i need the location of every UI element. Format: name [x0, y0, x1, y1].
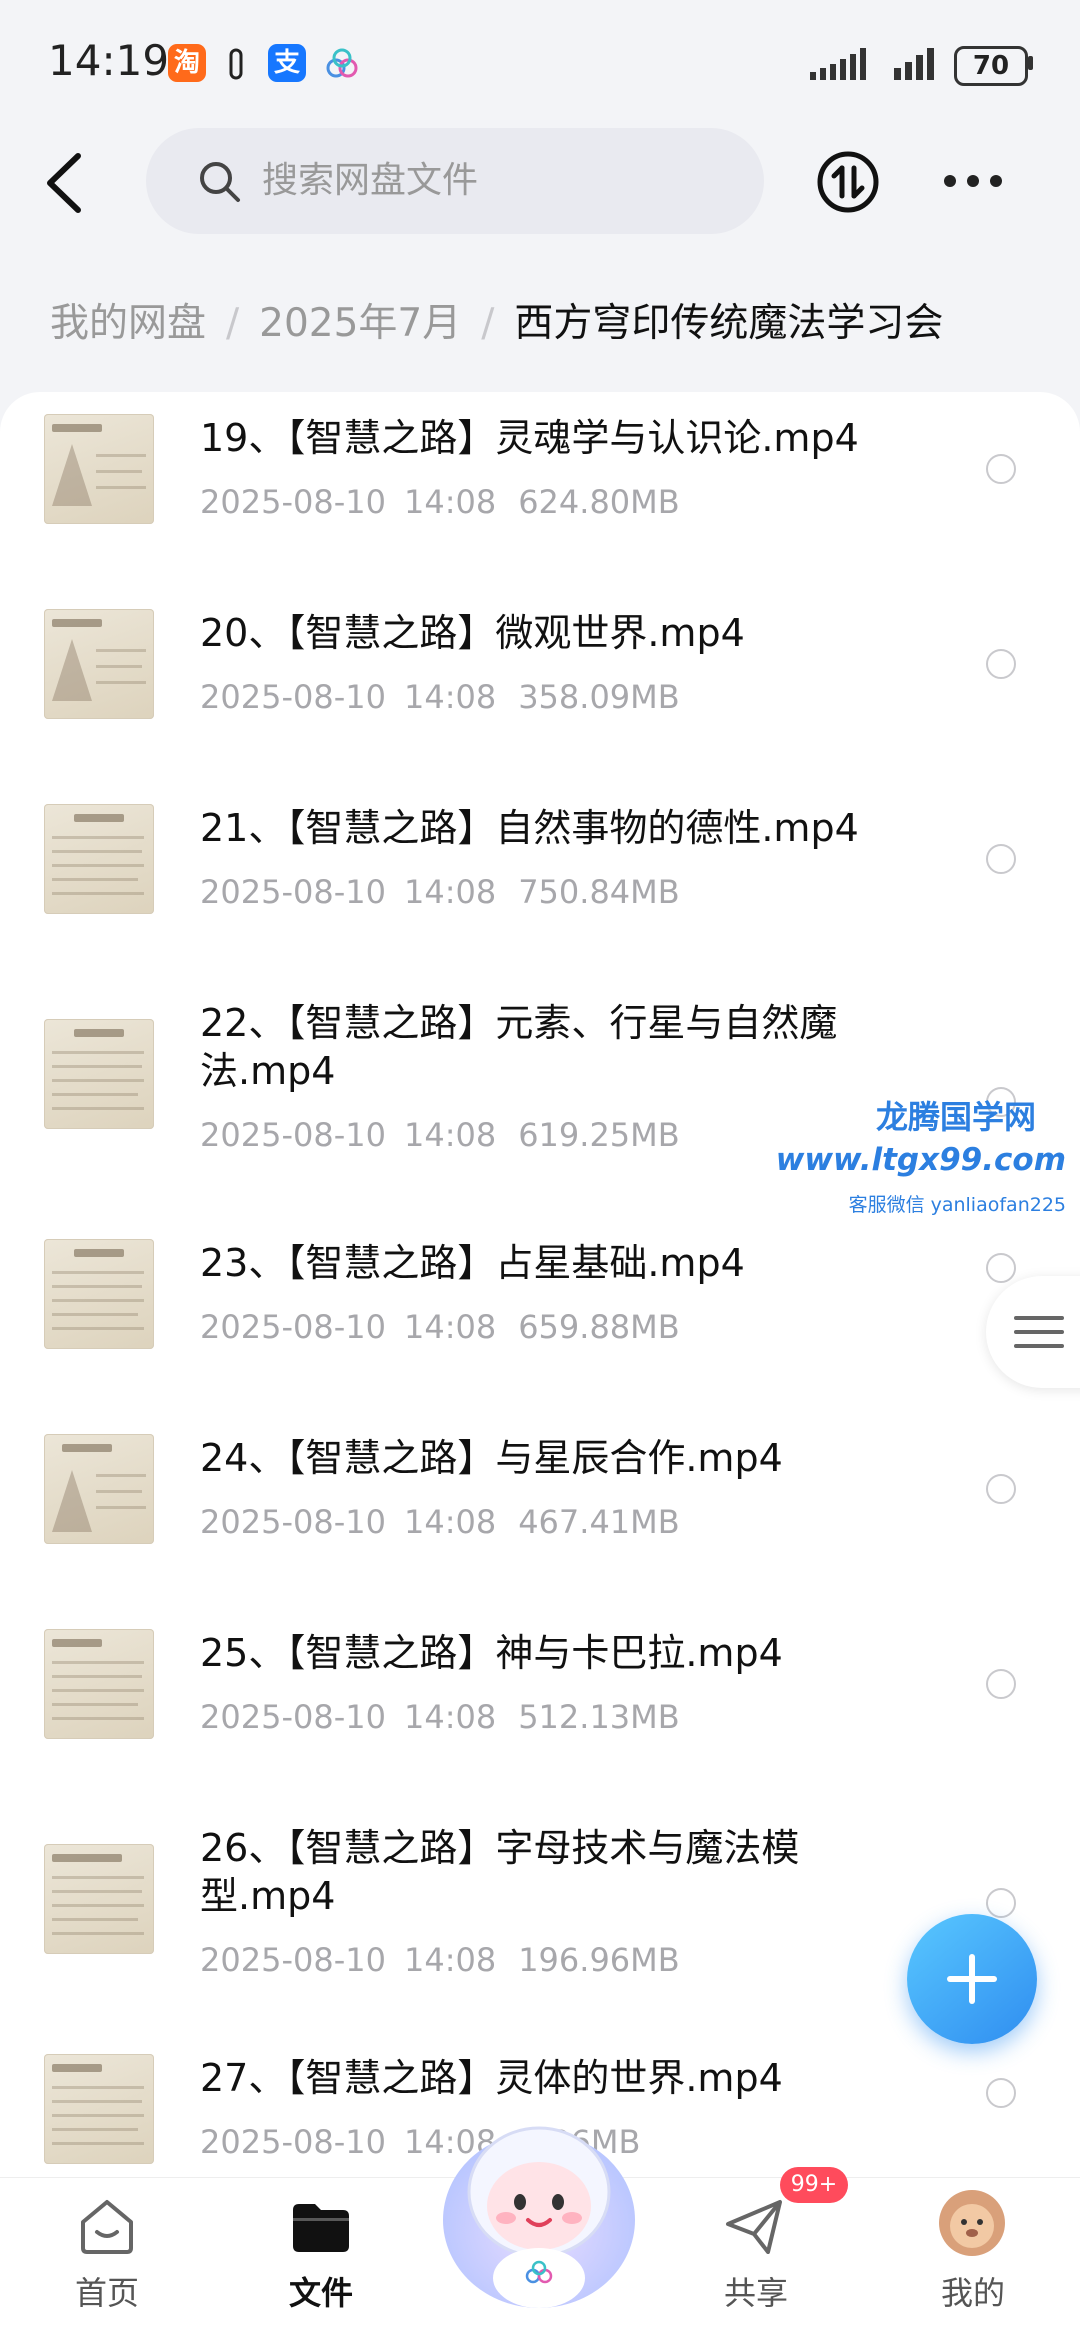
file-meta: 2025-08-10 14:08 512.13MB — [200, 1698, 680, 1736]
file-name: 25、【智慧之路】神与卡巴拉.mp4 — [200, 1631, 783, 1675]
video-thumbnail — [44, 414, 154, 524]
select-radio[interactable] — [986, 649, 1016, 679]
home-icon — [81, 2200, 133, 2254]
video-thumbnail — [44, 1629, 154, 1739]
breadcrumb: 我的网盘 / 2025年7月 / 西方穹印传统魔法学习会 — [50, 294, 943, 354]
file-meta: 2025-08-10 14:08 619.25MB — [200, 1116, 680, 1154]
breadcrumb-separator: / — [481, 301, 495, 346]
search-placeholder: 搜索网盘文件 — [262, 160, 479, 201]
folder-icon — [293, 2204, 349, 2252]
select-radio[interactable] — [986, 1474, 1016, 1504]
file-name: 26、【智慧之路】字母技术与魔法模型.mp4 — [200, 1826, 800, 1918]
select-radio[interactable] — [986, 1669, 1016, 1699]
file-meta: 2025-08-10 14:08 750.84MB — [200, 873, 680, 911]
select-radio[interactable] — [986, 1253, 1016, 1283]
file-meta: 2025-08-10 14:08 624.80MB — [200, 483, 680, 521]
sort-icon[interactable] — [816, 150, 880, 214]
avatar-icon — [939, 2190, 1005, 2256]
video-thumbnail — [44, 609, 154, 719]
alipay-icon: 支 — [268, 44, 306, 82]
watermark-url: www.ltgx99.com — [775, 1142, 1066, 1178]
file-meta: 2025-08-10 14:08 467.41MB — [200, 1503, 680, 1541]
video-thumbnail — [44, 2054, 154, 2164]
file-name: 27、【智慧之路】灵体的世界.mp4 — [200, 2056, 783, 2100]
tab-me-label: 我的 — [940, 2274, 1005, 2312]
file-row[interactable]: 20、【智慧之路】微观世界.mp4 2025-08-10 14:08 358.09M… — [0, 587, 1080, 777]
file-name: 20、【智慧之路】微观世界.mp4 — [200, 611, 745, 655]
plus-icon[interactable] — [907, 1914, 1037, 2044]
breadcrumb-month-folder[interactable]: 2025年7月 — [259, 301, 461, 346]
file-list: 19、【智慧之路】灵魂学与认识论.mp4 2025-08-10 14:08 624.… — [0, 392, 1080, 2177]
share-icon — [726, 2200, 782, 2254]
battery-icon: 70 — [954, 46, 1028, 86]
breadcrumb-my-drive[interactable]: 我的网盘 — [50, 301, 206, 346]
tab-files[interactable]: 文件 — [241, 2178, 401, 2325]
more-icon[interactable] — [940, 160, 1006, 202]
video-thumbnail — [44, 1019, 154, 1129]
status-bar: 14:19 淘 支 70 — [0, 0, 1080, 120]
file-row[interactable]: 24、【智慧之路】与星辰合作.mp4 2025-08-10 14:08 467.41… — [0, 1412, 1080, 1602]
signal-icon — [810, 48, 866, 80]
watermark-contact: 客服微信 yanliaofan225 — [848, 1194, 1066, 1216]
file-row[interactable]: 25、【智慧之路】神与卡巴拉.mp4 2025-08-10 14:08 512.13… — [0, 1607, 1080, 1797]
link-icon — [229, 48, 243, 80]
search-input[interactable]: 搜索网盘文件 — [146, 128, 764, 234]
watermark-title: 龙腾国学网 — [875, 1098, 1036, 1136]
file-name: 19、【智慧之路】灵魂学与认识论.mp4 — [200, 416, 859, 460]
file-row[interactable]: 21、【智慧之路】自然事物的德性.mp4 2025-08-10 14:08 750.… — [0, 782, 1080, 972]
file-name: 24、【智慧之路】与星辰合作.mp4 — [200, 1436, 783, 1480]
file-row[interactable]: 23、【智慧之路】占星基础.mp4 2025-08-10 14:08 659.88M… — [0, 1217, 1080, 1407]
file-row[interactable]: 19、【智慧之路】灵魂学与认识论.mp4 2025-08-10 14:08 624.… — [0, 392, 1080, 582]
file-meta: 2025-08-10 14:08 659.88MB — [200, 1308, 680, 1346]
select-radio[interactable] — [986, 844, 1016, 874]
select-radio[interactable] — [986, 454, 1016, 484]
signal-icon-2 — [894, 48, 934, 80]
share-badge: 99+ — [780, 2167, 848, 2203]
status-time: 14:19 — [48, 36, 170, 85]
back-arrow-icon[interactable] — [40, 150, 90, 216]
file-meta: 2025-08-10 14:08 358.09MB — [200, 678, 680, 716]
select-radio[interactable] — [986, 2078, 1016, 2108]
file-name: 22、【智慧之路】元素、行星与自然魔法.mp4 — [200, 1001, 838, 1093]
video-thumbnail — [44, 1239, 154, 1349]
search-icon — [200, 162, 240, 202]
file-name: 21、【智慧之路】自然事物的德性.mp4 — [200, 806, 859, 850]
battery-tip — [1028, 56, 1033, 70]
video-thumbnail — [44, 804, 154, 914]
video-thumbnail — [44, 1844, 154, 1954]
breadcrumb-current-folder: 西方穹印传统魔法学习会 — [514, 301, 944, 346]
file-name: 23、【智慧之路】占星基础.mp4 — [200, 1241, 745, 1285]
tab-files-label: 文件 — [288, 2274, 353, 2312]
tab-home-label: 首页 — [74, 2274, 139, 2312]
mascot-assistant-icon[interactable] — [436, 2110, 642, 2310]
select-radio[interactable] — [986, 1888, 1016, 1918]
breadcrumb-separator: / — [226, 301, 240, 346]
file-meta: 2025-08-10 14:08 196.96MB — [200, 1941, 680, 1979]
tab-me[interactable]: 我的 — [893, 2178, 1053, 2325]
tab-home[interactable]: 首页 — [27, 2178, 187, 2325]
taobao-icon: 淘 — [168, 44, 206, 82]
tab-share-label: 共享 — [723, 2274, 788, 2312]
video-thumbnail — [44, 1434, 154, 1544]
cloud-app-icon — [326, 48, 358, 78]
